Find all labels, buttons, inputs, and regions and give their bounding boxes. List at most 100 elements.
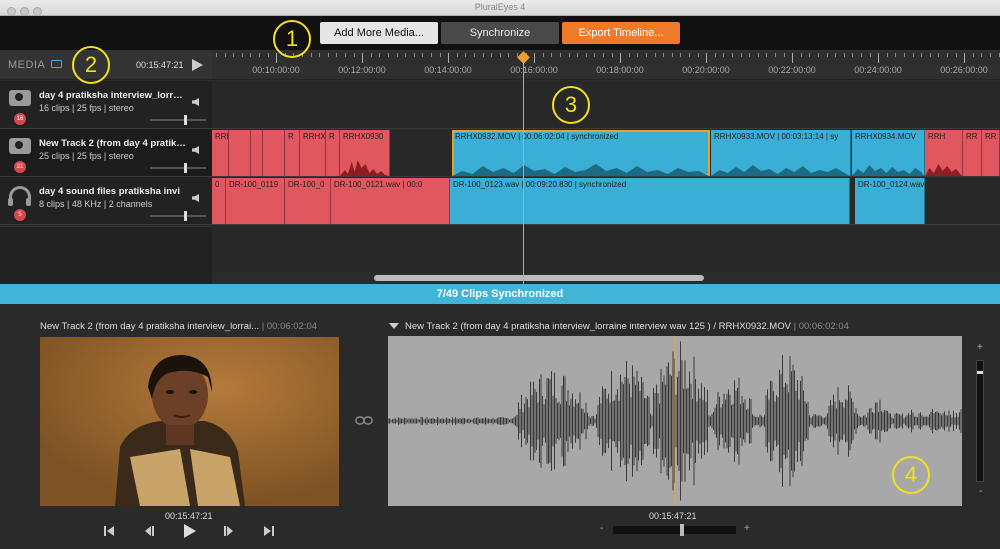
zoom-in-button[interactable]: + [744,523,750,534]
clip[interactable]: DR-100_0123.wav | 00:09:20.830 | synchro… [450,178,850,224]
clip[interactable]: RR [982,130,1000,176]
current-timecode: 00:15:47:21 [136,60,184,70]
ruler-tick [611,53,613,57]
clip-selected[interactable]: RRHX0932.MOV | 00:06:02:04 | synchronize… [452,130,710,176]
step-back-icon[interactable] [142,524,156,538]
clip[interactable]: 0 [212,178,226,224]
ruler-tick [551,53,553,57]
playhead[interactable] [523,57,524,284]
clip[interactable] [263,130,285,176]
ruler-tick [809,53,811,57]
track-header[interactable]: 16 day 4 pratiksha interview_lorraine 16… [0,81,212,129]
ruler-tick [345,53,346,57]
ruler-tick [482,53,484,57]
ruler-tick [241,53,243,57]
ruler-tick [413,53,415,57]
gain-slider[interactable] [976,360,984,482]
volume-slider[interactable] [150,115,206,125]
clip[interactable]: DR-100_0121.wav | 00:0 [331,178,450,224]
skip-to-end-icon[interactable] [262,524,276,538]
gain-slider-level[interactable] [977,371,983,374]
clip[interactable]: RRHX [300,130,326,176]
ruler-major-tick [792,53,793,63]
ruler-label: 00:14:00:00 [424,65,472,75]
monitor-icon[interactable] [51,60,62,68]
ruler-tick [912,53,914,57]
skip-to-start-icon[interactable] [102,524,116,538]
link-icon[interactable] [355,416,373,425]
wave-title-text: New Track 2 (from day 4 pratiksha interv… [405,321,791,332]
callout-1: 1 [273,20,311,58]
clip[interactable]: DR-100_0 [285,178,331,224]
step-forward-icon[interactable] [222,524,236,538]
add-more-media-button[interactable]: Add More Media... [320,22,438,44]
track-lane[interactable]: RRH R RRHX R RRHX0930 RRHX0932.MOV | 00:… [212,129,1000,177]
ruler-tick [267,53,269,57]
ruler-label: 00:26:00:00 [940,65,988,75]
wave-duration: 00:06:02:04 [798,321,849,332]
track-lane[interactable] [212,81,1000,129]
ruler-tick [990,53,991,57]
ruler-tick [826,53,828,57]
track-lane[interactable]: 0 DR-100_0119 DR-100_0 DR-100_0121.wav |… [212,177,1000,225]
clip[interactable]: DR-100_0124.wav [855,178,925,224]
clip[interactable]: RRHX0933.MOV | 00:03:13:14 | sy [711,130,851,176]
clip-label: RRHX0934.MOV [855,132,916,141]
clip[interactable]: RRH [212,130,229,176]
clip[interactable]: R [285,130,300,176]
callout-2: 2 [72,46,110,84]
volume-knob[interactable] [184,163,187,173]
clip[interactable]: RRH [925,130,963,176]
ruler-tick [663,53,665,57]
clip-label: RR [985,132,997,141]
sync-status: 7/49 Clips Synchronized [0,284,1000,304]
gain-minus-button[interactable]: - [979,486,982,497]
clip[interactable]: RRHX0930 [340,130,390,176]
media-label: MEDIA [8,59,46,71]
ruler-tick [886,53,888,57]
clip[interactable] [251,130,263,176]
volume-knob[interactable] [184,211,187,221]
clip-waveform [340,160,389,176]
timeline-scrollbar[interactable] [212,272,1000,284]
gain-plus-button[interactable]: + [977,342,983,353]
waveform-timecode: 00:15:47:21 [649,511,697,521]
ruler-tick [336,53,338,57]
disclosure-triangle-icon[interactable] [389,323,399,329]
speaker-icon[interactable] [192,98,199,106]
zoom-slider[interactable] [613,524,736,536]
volume-slider[interactable] [150,211,206,221]
timeline-ruler[interactable]: 00:10:00:00 00:12:00:00 00:14:00:00 00:16:0… [212,50,1000,80]
waveform-view[interactable] [388,336,962,506]
clip[interactable]: RRHX0934.MOV [852,130,925,176]
clip[interactable]: DR-100_0119 [226,178,285,224]
clip[interactable]: R [326,130,340,176]
clip-count-badge: 5 [14,209,26,221]
clip[interactable]: RR [963,130,982,176]
scrollbar-thumb[interactable] [374,275,704,281]
export-timeline-button[interactable]: Export Timeline... [562,22,680,44]
ruler-tick [560,53,561,57]
volume-slider[interactable] [150,163,206,173]
play-icon[interactable] [192,59,203,71]
speaker-icon[interactable] [192,194,199,202]
zoom-slider-knob[interactable] [680,524,684,536]
track-header[interactable]: 21 New Track 2 (from day 4 pratiksha 25 … [0,129,212,177]
zoom-out-button[interactable]: - [600,523,603,534]
synchronize-button[interactable]: Synchronize [441,22,559,44]
play-icon[interactable] [181,523,197,539]
clip[interactable] [229,130,251,176]
video-preview [40,337,339,506]
ruler-tick [422,53,424,57]
ruler-tick [491,53,493,57]
ruler-major-tick [276,53,277,63]
track-list-empty [0,226,212,284]
track-header[interactable]: 5 day 4 sound files pratiksha invi 8 cli… [0,177,212,225]
ruler-tick [603,53,604,57]
ruler-tick [766,53,768,57]
ruler-tick [955,53,957,57]
ruler-tick [869,53,871,57]
speaker-icon[interactable] [192,146,199,154]
volume-knob[interactable] [184,115,187,125]
clip-label: DR-100_0 [288,180,325,189]
